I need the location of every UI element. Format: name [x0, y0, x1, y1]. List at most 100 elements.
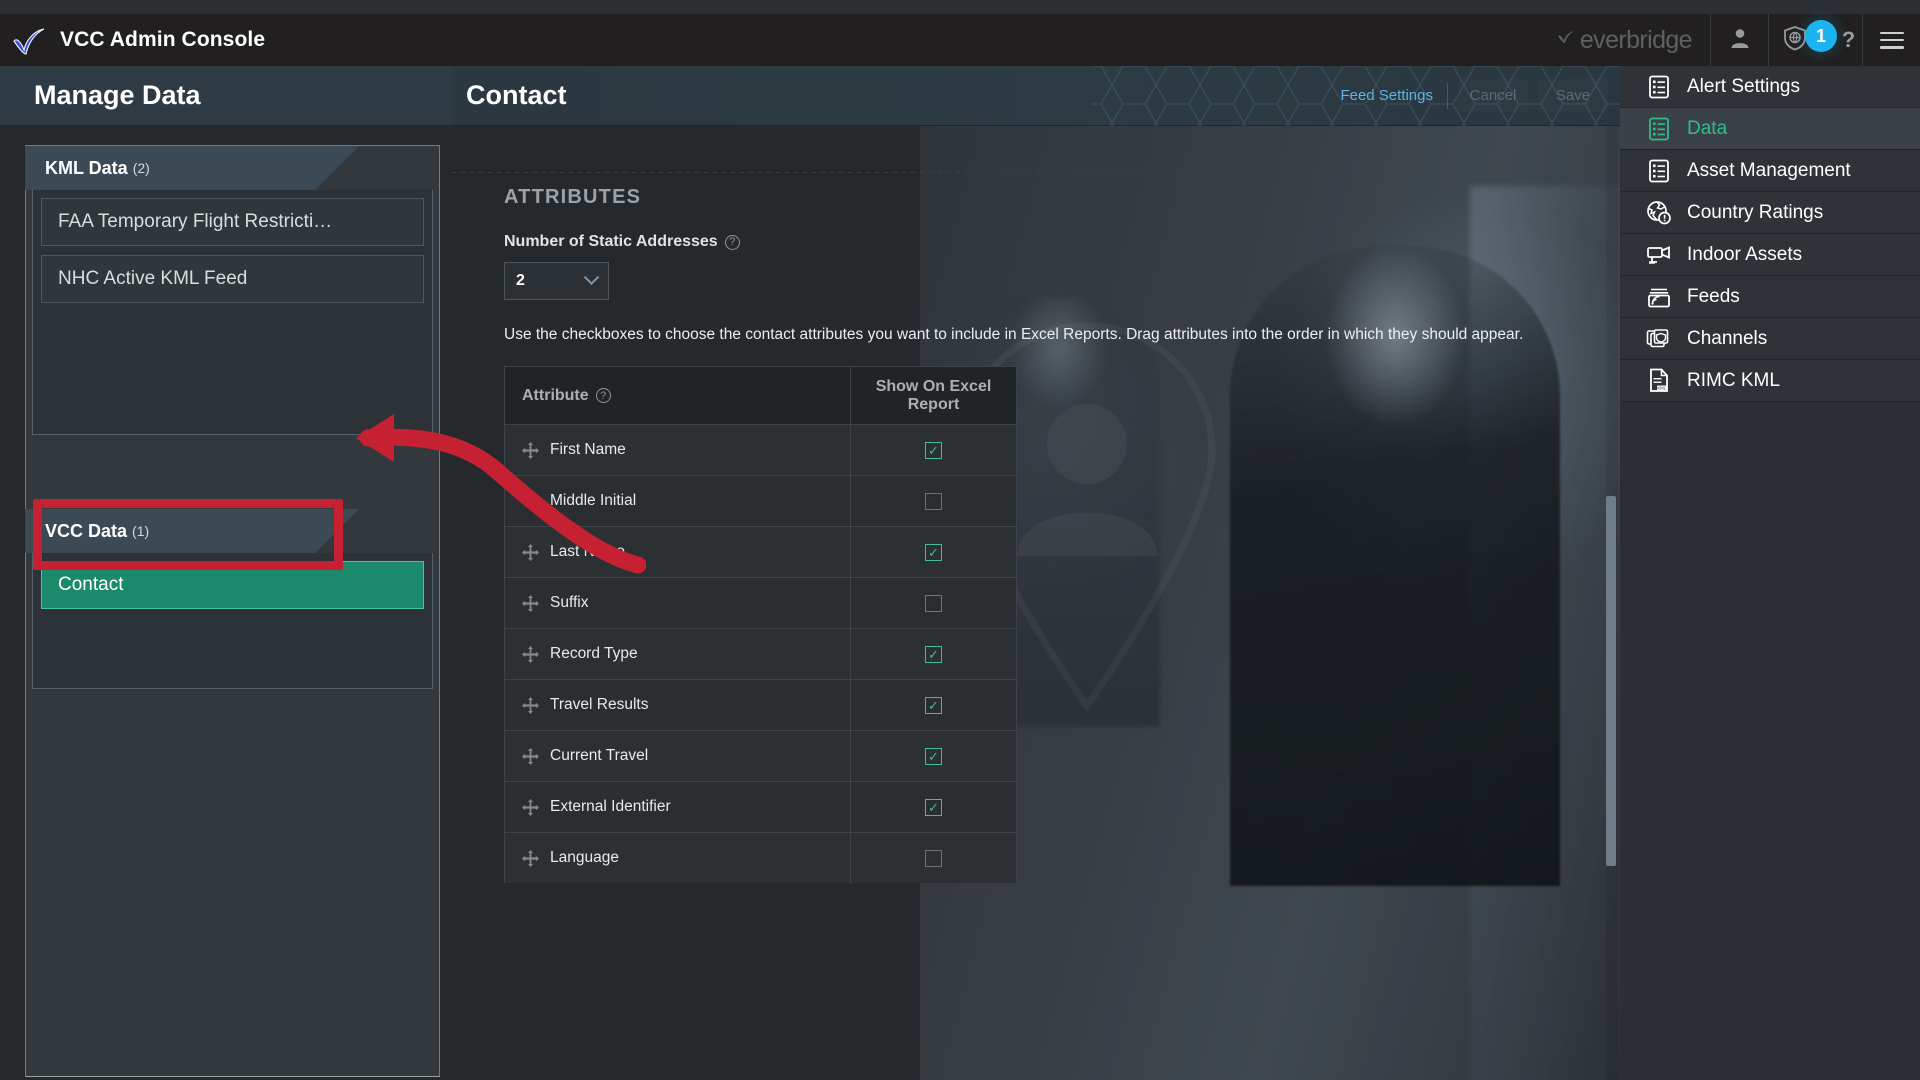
show-on-excel-checkbox[interactable] — [925, 492, 942, 510]
sidebar-item-indoor-assets[interactable]: Indoor Assets — [1620, 234, 1920, 276]
sidebar-item-asset-management[interactable]: Asset Management — [1620, 150, 1920, 192]
group-header-vcc[interactable]: VCC Data (1) — [25, 509, 359, 553]
sidebar-item-rimc-kml[interactable]: KML RIMC KML — [1620, 360, 1920, 402]
data-groups-card: KML Data (2) FAA Temporary Flight Restri… — [25, 145, 440, 1077]
drag-handle-icon[interactable] — [522, 594, 539, 612]
feed-box-icon — [1646, 284, 1671, 309]
drag-handle-icon[interactable] — [522, 645, 539, 663]
column-header-attribute-text: Attribute — [522, 386, 589, 404]
table-row[interactable]: Last Name — [505, 526, 1016, 578]
list-item-faa-tfr[interactable]: FAA Temporary Flight Restricti… — [41, 198, 424, 246]
attribute-cell: Middle Initial — [505, 492, 850, 510]
show-on-excel-checkbox[interactable] — [925, 849, 942, 867]
drag-handle-icon[interactable] — [522, 798, 539, 816]
table-row[interactable]: External Identifier — [505, 781, 1016, 833]
attribute-cell: Suffix — [505, 594, 850, 612]
left-panel-body: KML Data (2) FAA Temporary Flight Restri… — [0, 126, 452, 1080]
show-on-excel-cell — [850, 526, 1016, 578]
show-on-excel-checkbox[interactable] — [925, 441, 942, 459]
group-header-kml[interactable]: KML Data (2) — [25, 146, 359, 190]
table-row[interactable]: Suffix — [505, 577, 1016, 629]
drag-handle-icon[interactable] — [522, 747, 539, 765]
list-item-contact[interactable]: Contact — [41, 561, 424, 609]
show-on-excel-cell — [850, 628, 1016, 680]
sidebar-item-alert-settings[interactable]: Alert Settings — [1620, 66, 1920, 108]
static-addresses-select[interactable]: 2 — [504, 262, 609, 300]
attribute-name: First Name — [550, 441, 626, 458]
table-body: First Name Middle Initial Last Name Suffix R… — [505, 424, 1016, 884]
drag-handle-icon[interactable] — [522, 441, 539, 459]
column-header-attribute: Attribute ? — [505, 387, 850, 405]
attribute-name: Language — [550, 849, 619, 866]
show-on-excel-checkbox[interactable] — [925, 645, 942, 663]
sidebar-item-data[interactable]: Data — [1620, 108, 1920, 150]
app-root: VCC Admin Console everbridge 1 ? Manage … — [0, 0, 1920, 1080]
instructions-text: Use the checkboxes to choose the contact… — [504, 326, 1524, 343]
main-header: Contact Feed Settings Cancel Save — [452, 66, 1620, 126]
help-icon-attribute[interactable]: ? — [595, 388, 611, 403]
hamburger-menu-button[interactable] — [1862, 14, 1920, 66]
list-document-icon — [1646, 158, 1671, 183]
attribute-cell: Last Name — [505, 543, 850, 561]
hamburger-menu-icon — [1879, 31, 1904, 49]
attribute-name: Travel Results — [550, 696, 649, 713]
drag-handle-icon[interactable] — [522, 492, 539, 510]
table-row[interactable]: Travel Results — [505, 679, 1016, 731]
table-row[interactable]: First Name — [505, 424, 1016, 476]
sidebar-item-country-ratings[interactable]: Country Ratings — [1620, 192, 1920, 234]
list-item-label: FAA Temporary Flight Restricti… — [58, 211, 333, 232]
shield-globe-icon — [1782, 25, 1808, 56]
globe-alert-icon — [1646, 200, 1671, 225]
show-on-excel-checkbox[interactable] — [925, 696, 942, 714]
attribute-cell: External Identifier — [505, 798, 850, 816]
user-menu-button[interactable] — [1710, 14, 1768, 66]
list-item-label: NHC Active KML Feed — [58, 268, 248, 289]
drag-handle-icon[interactable] — [522, 849, 539, 867]
attribute-cell: Current Travel — [505, 747, 850, 765]
sidebar-item-label: Alert Settings — [1687, 75, 1800, 97]
show-on-excel-cell — [850, 679, 1016, 731]
table-row[interactable]: Current Travel — [505, 730, 1016, 782]
table-row[interactable]: Middle Initial — [505, 475, 1016, 527]
show-on-excel-checkbox[interactable] — [925, 543, 942, 561]
sidebar-item-feeds[interactable]: Feeds — [1620, 276, 1920, 318]
everbridge-check-logo-icon — [10, 24, 50, 56]
sidebar-item-channels[interactable]: Channels — [1620, 318, 1920, 360]
attribute-cell: First Name — [505, 441, 850, 459]
drag-handle-icon[interactable] — [522, 543, 539, 561]
main-scrollbar-track[interactable] — [1606, 126, 1618, 1080]
group-list-kml: FAA Temporary Flight Restricti… NHC Acti… — [32, 190, 433, 435]
attributes-table: Attribute ? Show On Excel Report First N… — [504, 366, 1017, 884]
show-on-excel-cell — [850, 577, 1016, 629]
list-item-nhc-kml[interactable]: NHC Active KML Feed — [41, 255, 424, 303]
group-label-kml: KML Data — [45, 157, 128, 178]
svg-text:KML: KML — [1657, 386, 1666, 391]
group-count-vcc: (1) — [132, 523, 150, 539]
question-mark-icon[interactable]: ? — [1842, 27, 1855, 53]
sidebar-item-label: Channels — [1687, 327, 1768, 349]
sidebar-item-label: RIMC KML — [1687, 369, 1780, 391]
help-icon-static-addresses[interactable]: ? — [724, 234, 740, 250]
sidebar-item-label: Data — [1687, 117, 1728, 139]
show-on-excel-checkbox[interactable] — [925, 747, 942, 765]
attribute-cell: Language — [505, 849, 850, 867]
table-row[interactable]: Record Type — [505, 628, 1016, 680]
help-and-alerts-button[interactable]: 1 ? — [1768, 14, 1862, 66]
left-panel-header: Manage Data — [0, 66, 452, 126]
top-bar: VCC Admin Console everbridge 1 ? — [0, 14, 1920, 66]
show-on-excel-checkbox[interactable] — [925, 594, 942, 612]
static-addresses-label: Number of Static Addresses ? — [504, 233, 1620, 251]
right-nav-filler — [1620, 402, 1920, 1080]
attribute-cell: Record Type — [505, 645, 850, 663]
table-row[interactable]: Language — [505, 832, 1016, 884]
attribute-name: Middle Initial — [550, 492, 637, 509]
right-nav: Alert Settings Data Asset Management Countr… — [1620, 66, 1920, 1080]
notification-badge: 1 — [1805, 20, 1837, 52]
show-on-excel-checkbox[interactable] — [925, 798, 942, 816]
group-list-vcc: Contact — [32, 553, 433, 689]
main-scrollbar-thumb[interactable] — [1606, 496, 1616, 866]
static-addresses-label-text: Number of Static Addresses — [504, 233, 718, 250]
user-icon — [1729, 27, 1751, 54]
drag-handle-icon[interactable] — [522, 696, 539, 714]
everbridge-wordmark: everbridge — [1546, 14, 1710, 66]
